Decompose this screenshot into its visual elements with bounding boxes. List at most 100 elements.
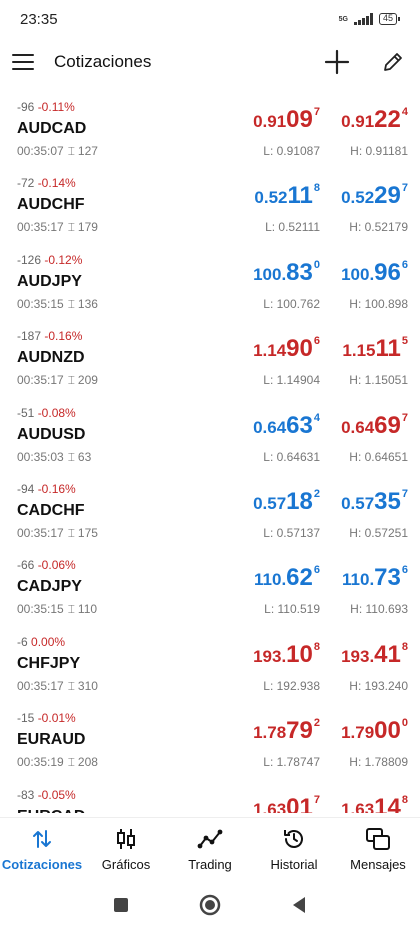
low-price: L: 0.57137	[263, 525, 320, 540]
spread-value: 310	[77, 678, 98, 693]
price-prefix: 1.14	[253, 341, 287, 361]
price-pips: 83	[286, 258, 313, 286]
quote-time: 00:35:03	[17, 449, 64, 464]
candlestick-chart-icon	[115, 827, 137, 851]
bid-price: 0.91097	[253, 107, 320, 132]
quote-meta: 00:35:17 ⌶ 175	[17, 526, 98, 541]
change-percent: -0.16%	[44, 329, 83, 344]
symbol-name: EURAUD	[17, 731, 86, 749]
quote-meta: 00:35:03 ⌶ 63	[17, 450, 91, 465]
price-prefix: 0.52	[254, 188, 288, 208]
nav-label: Gráficos	[101, 857, 151, 872]
quote-row[interactable]: -187 -0.16% AUDNZD 00:35:17 ⌶ 209 1.14906 …	[0, 329, 420, 405]
ask-price: 1.79000	[341, 717, 408, 745]
history-clock-icon	[282, 827, 306, 851]
symbol-name: CHFJPY	[17, 654, 81, 672]
spread-value: 175	[77, 525, 98, 540]
pencil-icon	[384, 53, 402, 71]
price-fraction: 2	[313, 487, 320, 500]
symbol-name: AUDCAD	[17, 120, 87, 137]
price-fraction: 7	[401, 411, 408, 424]
quote-row[interactable]: -6 0.00% CHFJPY 00:35:17 ⌶ 310 193.108 193…	[0, 635, 420, 711]
price-pips: 22	[374, 106, 401, 133]
quote-row[interactable]: -94 -0.16% CADCHF 00:35:17 ⌶ 175 0.57182 0…	[0, 482, 420, 558]
quote-time: 00:35:17	[17, 220, 64, 235]
price-change: -126 -0.12%	[17, 253, 82, 267]
spread-icon: ⌶	[67, 525, 75, 540]
symbol-name: CADJPY	[17, 578, 82, 596]
quote-row[interactable]: -15 -0.01% EURAUD 00:35:19 ⌶ 208 1.78792 1…	[0, 711, 420, 787]
back-triangle-icon[interactable]	[291, 896, 307, 919]
quote-meta: 00:35:17 ⌶ 179	[17, 220, 98, 235]
plus-icon	[324, 49, 350, 75]
low-price: L: 110.519	[264, 602, 320, 617]
price-fraction: 6	[313, 335, 320, 348]
symbol-name: AUDNZD	[17, 349, 85, 367]
quote-meta: 00:35:17 ⌶ 310	[17, 679, 98, 694]
quote-row[interactable]: -96 -0.11% AUDCAD 00:35:07 ⌶ 127 0.91097 0…	[0, 100, 420, 176]
menu-icon[interactable]	[12, 54, 34, 70]
high-price: H: 193.240	[349, 678, 408, 693]
nav-cotizaciones[interactable]: Cotizaciones	[0, 818, 84, 881]
change-percent: -0.14%	[37, 176, 76, 191]
price-pips: 11	[287, 182, 313, 210]
price-fraction: 8	[313, 640, 320, 653]
spread-icon: ⌶	[67, 678, 75, 693]
price-prefix: 0.64	[253, 417, 287, 437]
spread-value: 136	[77, 296, 98, 311]
price-pips: 96	[374, 258, 401, 286]
quote-row[interactable]: -72 -0.14% AUDCHF 00:35:17 ⌶ 179 0.52118 0…	[0, 176, 420, 252]
symbol-name: AUDUSD	[17, 425, 86, 443]
spread-value: 110	[77, 602, 98, 617]
bid-price: 110.626	[254, 565, 320, 590]
price-fraction: 0	[401, 717, 408, 730]
change-percent: 0.00%	[31, 634, 66, 649]
messages-icon	[365, 827, 391, 851]
ask-price: 1.15115	[342, 336, 408, 361]
low-price: L: 0.91087	[263, 144, 320, 158]
quote-row[interactable]: -51 -0.08% AUDUSD 00:35:03 ⌶ 63 0.64634 0.…	[0, 406, 420, 482]
quote-time: 00:35:15	[17, 602, 64, 617]
quotes-list[interactable]: -96 -0.11% AUDCAD 00:35:07 ⌶ 127 0.91097 0…	[0, 100, 420, 813]
ask-price: 1.63148	[341, 793, 408, 813]
change-percent: -0.11%	[37, 100, 75, 114]
bid-price: 1.14906	[253, 335, 320, 361]
change-points: -94	[17, 481, 35, 496]
nav-historial[interactable]: Historial	[252, 818, 336, 881]
home-circle-icon[interactable]	[199, 894, 221, 921]
price-change: -15 -0.01%	[17, 711, 76, 725]
price-change: -6 0.00%	[17, 635, 65, 649]
change-percent: -0.12%	[44, 252, 83, 267]
recents-square-icon[interactable]	[113, 897, 129, 918]
edit-list-button[interactable]	[378, 47, 408, 77]
price-change: -72 -0.14%	[17, 176, 76, 190]
trading-line-icon	[197, 827, 223, 851]
bid-price: 1.63017	[253, 794, 320, 813]
nav-graficos[interactable]: Gráficos	[84, 818, 168, 881]
price-change: -187 -0.16%	[17, 329, 82, 343]
symbol-name: EURCAD	[17, 808, 85, 813]
add-symbol-button[interactable]	[322, 47, 352, 77]
nav-trading[interactable]: Trading	[168, 818, 252, 881]
change-points: -96	[17, 100, 35, 114]
nav-mensajes[interactable]: Mensajes	[336, 818, 420, 881]
spread-icon: ⌶	[67, 373, 75, 388]
bid-price: 0.52118	[254, 182, 320, 210]
bid-price: 100.830	[253, 258, 320, 286]
price-pips: 73	[374, 564, 401, 592]
price-fraction: 8	[401, 793, 408, 806]
status-bar: 23:35 5G 45	[0, 0, 420, 38]
price-fraction: 6	[401, 258, 408, 271]
price-pips: 00	[374, 717, 401, 745]
high-price: H: 1.15051	[349, 373, 408, 388]
price-fraction: 7	[401, 182, 408, 195]
ask-price: 0.91224	[341, 106, 408, 133]
quote-row[interactable]: -83 -0.05% EURCAD 1.63017 1.63148	[0, 788, 420, 813]
price-fraction: 4	[313, 411, 320, 424]
quote-row[interactable]: -126 -0.12% AUDJPY 00:35:15 ⌶ 136 100.830 …	[0, 253, 420, 329]
quote-row[interactable]: -66 -0.06% CADJPY 00:35:15 ⌶ 110 110.626 1…	[0, 558, 420, 634]
spread-icon: ⌶	[67, 220, 75, 235]
high-price: H: 0.91181	[350, 144, 408, 158]
bid-price: 0.57182	[253, 487, 320, 515]
price-pips: 18	[286, 487, 313, 515]
